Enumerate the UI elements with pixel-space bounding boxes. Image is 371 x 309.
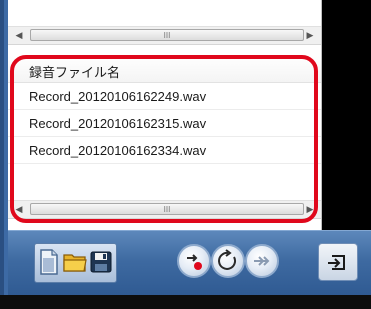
- open-folder-button[interactable]: [63, 246, 87, 278]
- scroll-thumb[interactable]: III: [30, 203, 304, 215]
- list-column-header[interactable]: 録音ファイル名: [8, 56, 321, 83]
- save-icon: [90, 251, 112, 273]
- list-item[interactable]: Record_20120106162334.wav: [8, 137, 321, 164]
- scroll-left-arrow-icon[interactable]: ◀: [14, 204, 24, 214]
- exit-button[interactable]: [318, 243, 358, 281]
- fast-forward-icon: [254, 256, 270, 266]
- bottom-toolbar: [8, 230, 371, 296]
- exit-icon: [328, 255, 345, 270]
- file-name: Record_20120106162249.wav: [29, 89, 207, 104]
- list-item[interactable]: Record_20120106162315.wav: [8, 110, 321, 137]
- scroll-right-arrow-icon[interactable]: ▶: [305, 30, 315, 40]
- file-name: Record_20120106162315.wav: [29, 116, 207, 131]
- file-name: Record_20120106162334.wav: [29, 143, 207, 158]
- refresh-icon: [218, 249, 237, 270]
- refresh-button[interactable]: [211, 244, 245, 278]
- save-button[interactable]: [89, 246, 113, 278]
- recording-file-list: 録音ファイル名 Record_20120106162249.wav Record…: [8, 46, 322, 230]
- record-play-icon: [187, 254, 202, 270]
- file-button-group: [34, 243, 117, 283]
- scroll-grip: III: [163, 31, 171, 40]
- scroll-right-arrow-icon[interactable]: ▶: [305, 204, 315, 214]
- scroll-thumb[interactable]: III: [30, 29, 304, 41]
- column-header-label: 録音ファイル名: [29, 65, 121, 80]
- fast-forward-button[interactable]: [245, 244, 279, 278]
- list-item[interactable]: Record_20120106162249.wav: [8, 83, 321, 110]
- record-play-button[interactable]: [177, 244, 211, 278]
- document-icon: [40, 249, 58, 275]
- new-document-button[interactable]: [37, 246, 61, 278]
- scroll-left-arrow-icon[interactable]: ◀: [14, 30, 24, 40]
- upper-pane: ◀ III ▶: [8, 0, 322, 46]
- list-horizontal-scrollbar[interactable]: ◀ III ▶: [8, 200, 321, 219]
- upper-horizontal-scrollbar[interactable]: ◀ III ▶: [8, 26, 321, 45]
- scroll-grip: III: [163, 205, 171, 214]
- window-frame-bottom: [0, 295, 371, 309]
- folder-icon: [63, 254, 87, 272]
